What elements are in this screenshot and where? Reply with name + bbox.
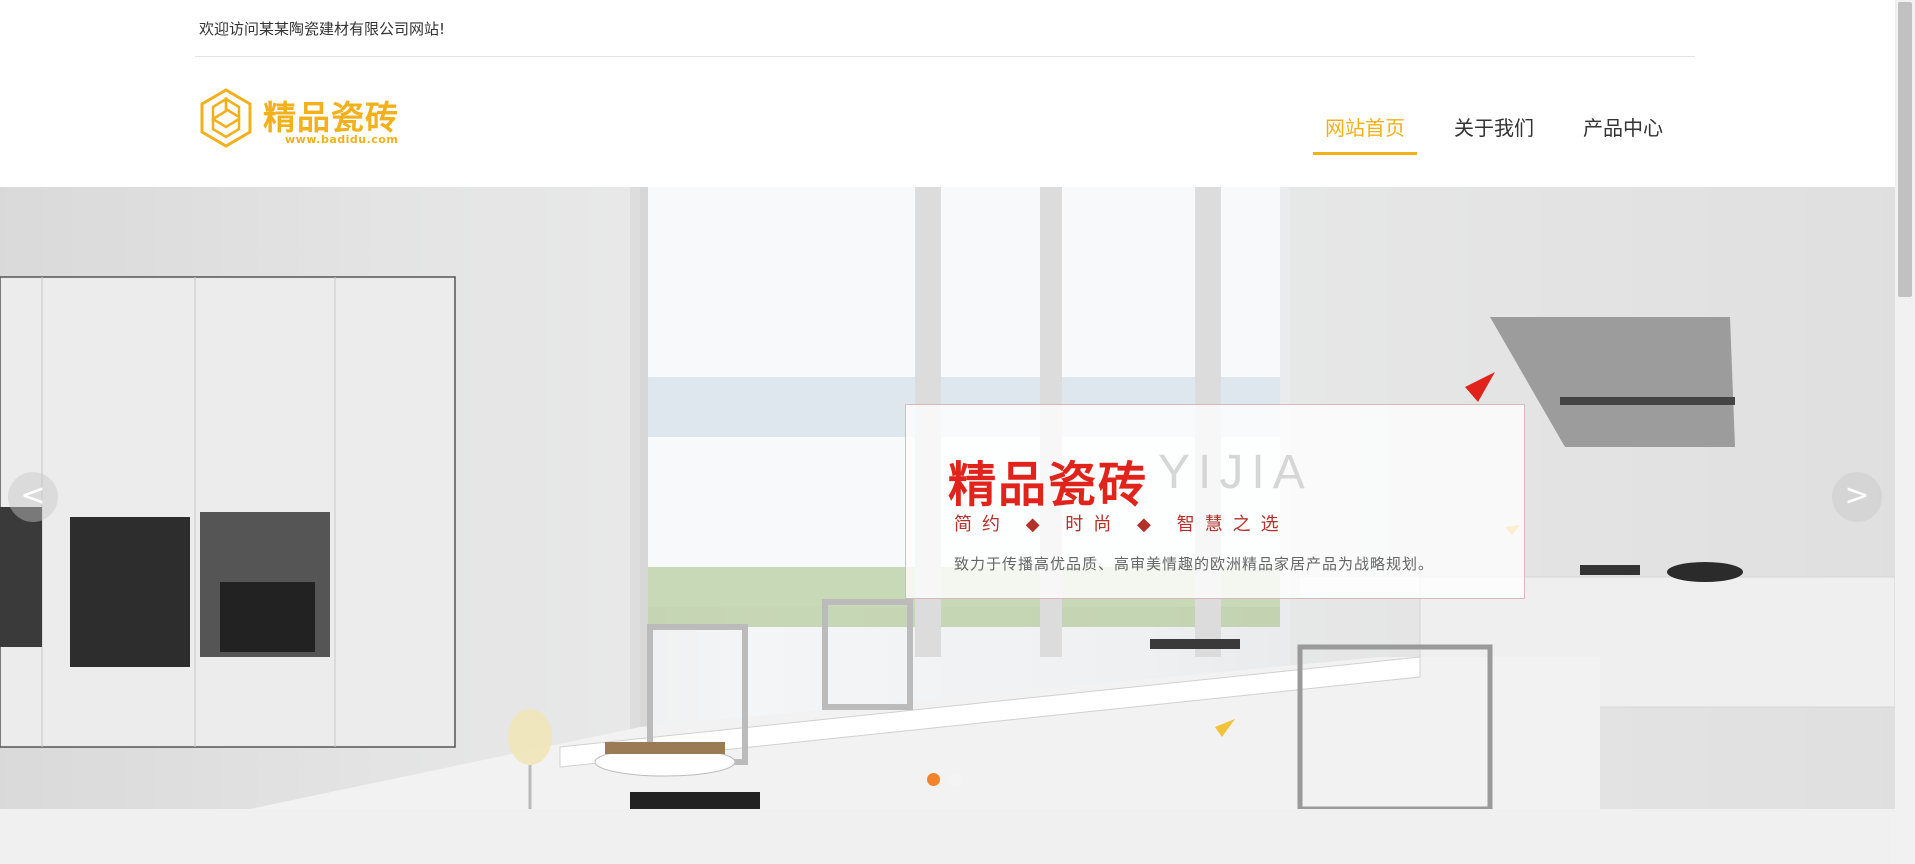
banner-caption: 精品瓷砖 YIJIA 简约 ◆ 时尚 ◆ 智慧之选 致力于传播高优品质、高审美情… <box>905 404 1525 599</box>
nav-item-home[interactable]: 网站首页 <box>1313 112 1417 155</box>
header: 精品瓷砖 www.badidu.com 网站首页 关于我们 产品中心 <box>195 57 1695 187</box>
page: 欢迎访问某某陶瓷建材有限公司网站! 精品瓷砖 www.badidu.com 网站… <box>0 0 1895 864</box>
banner-title-en: YIJIA <box>1158 446 1313 499</box>
top-bar: 欢迎访问某某陶瓷建材有限公司网站! <box>195 0 1695 57</box>
carousel-prev-button[interactable]: < <box>8 472 58 522</box>
logo-url: www.badidu.com <box>285 133 399 146</box>
banner-slogan: 简约 ◆ 时尚 ◆ 智慧之选 <box>954 514 1289 535</box>
carousel-dots <box>927 773 961 786</box>
nav-item-products[interactable]: 产品中心 <box>1571 112 1675 155</box>
banner-title: 精品瓷砖 <box>948 457 1149 513</box>
hero-banner: 精品瓷砖 YIJIA 简约 ◆ 时尚 ◆ 智慧之选 致力于传播高优品质、高审美情… <box>0 187 1895 809</box>
main-nav: 网站首页 关于我们 产品中心 <box>1288 112 1675 155</box>
logo[interactable]: 精品瓷砖 www.badidu.com <box>195 87 415 152</box>
carousel-dot-1[interactable] <box>927 773 940 786</box>
welcome-text: 欢迎访问某某陶瓷建材有限公司网站! <box>199 20 446 38</box>
carousel-dot-2[interactable] <box>948 773 961 786</box>
logo-icon <box>200 88 252 148</box>
content-area <box>0 809 1895 864</box>
scrollbar-thumb[interactable] <box>1898 2 1912 297</box>
logo-text: 精品瓷砖 <box>263 98 399 137</box>
banner-description: 致力于传播高优品质、高审美情趣的欧洲精品家居产品为战略规划。 <box>954 555 1435 573</box>
nav-item-about[interactable]: 关于我们 <box>1442 112 1546 155</box>
carousel-next-button[interactable]: > <box>1832 472 1882 522</box>
vertical-scrollbar[interactable] <box>1895 0 1915 864</box>
